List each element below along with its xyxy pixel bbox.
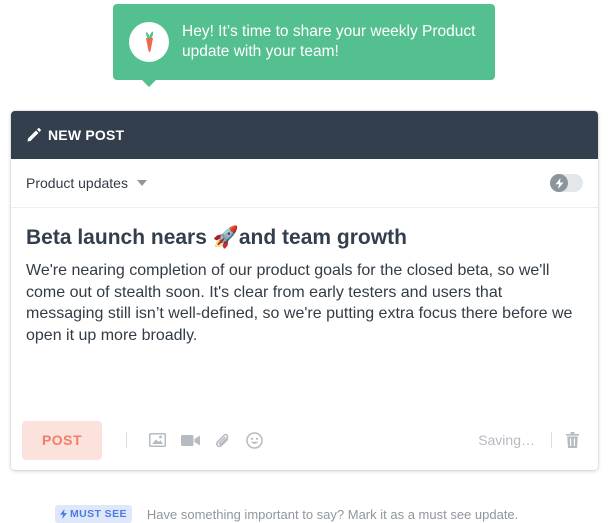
trash-icon[interactable] bbox=[561, 429, 583, 451]
post-body-text[interactable]: We're nearing completion of our product … bbox=[26, 260, 583, 347]
pencil-icon bbox=[26, 127, 41, 143]
channel-dropdown[interactable]: Product updates bbox=[26, 175, 147, 191]
must-see-badge[interactable]: MUST SEE bbox=[55, 505, 132, 523]
new-post-card: NEW POST Product updates Beta launch nea… bbox=[11, 111, 598, 470]
post-editor[interactable]: Beta launch nears 🚀and team growth We're… bbox=[11, 208, 598, 418]
carrot-icon bbox=[129, 22, 169, 62]
toolbar-divider bbox=[126, 432, 127, 448]
post-button[interactable]: POST bbox=[22, 420, 102, 460]
must-see-hint-text: Have something important to say? Mark it… bbox=[146, 506, 519, 522]
video-icon[interactable] bbox=[179, 429, 201, 451]
channel-row: Product updates bbox=[11, 159, 598, 208]
footer-divider bbox=[551, 432, 552, 448]
chevron-down-icon bbox=[136, 180, 147, 186]
channel-name: Product updates bbox=[26, 175, 128, 191]
lightning-icon bbox=[60, 509, 67, 519]
saving-status: Saving… bbox=[478, 432, 535, 448]
lightning-icon bbox=[550, 174, 568, 192]
must-see-badge-label: MUST SEE bbox=[70, 508, 127, 520]
emoji-icon[interactable] bbox=[243, 429, 265, 451]
composer-footer: POST Saving… bbox=[11, 410, 598, 470]
image-icon[interactable] bbox=[146, 429, 168, 451]
nudge-message: Hey! It’s time to share your weekly Prod… bbox=[182, 23, 476, 60]
card-header: NEW POST bbox=[11, 111, 598, 159]
must-see-hint: MUST SEE Have something important to say… bbox=[55, 505, 518, 523]
nudge-tooltip: Hey! It’s time to share your weekly Prod… bbox=[113, 4, 495, 87]
post-title[interactable]: Beta launch nears 🚀and team growth bbox=[26, 225, 583, 251]
header-title: NEW POST bbox=[48, 127, 125, 143]
must-see-toggle[interactable] bbox=[550, 174, 583, 192]
attachment-icon[interactable] bbox=[211, 429, 233, 451]
